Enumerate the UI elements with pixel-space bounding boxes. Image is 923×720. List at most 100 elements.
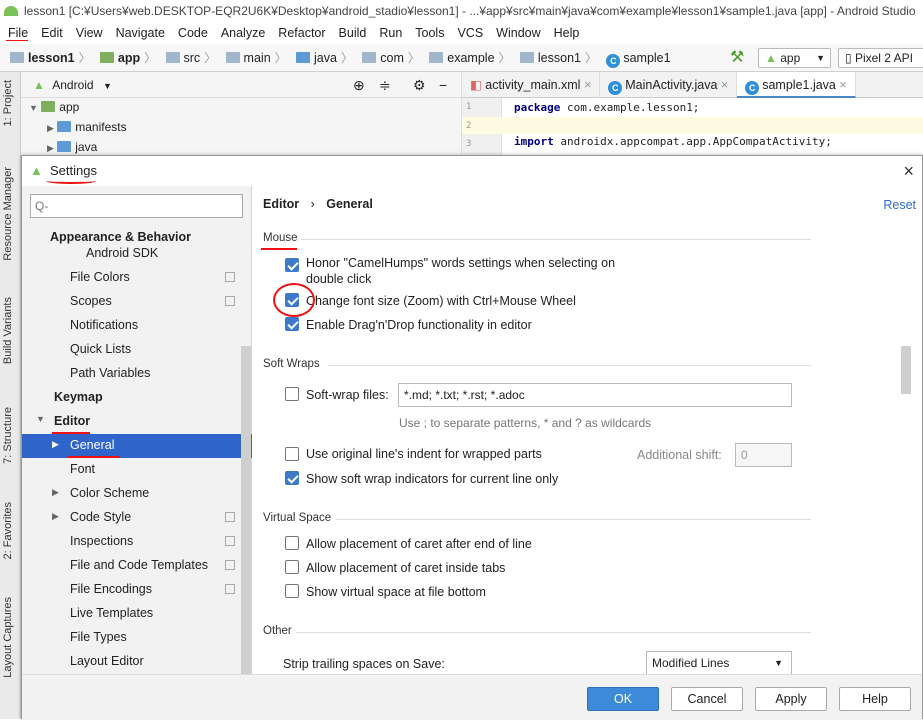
menu-window[interactable]: Window	[496, 22, 540, 44]
menu-build[interactable]: Build	[339, 22, 367, 44]
camelhumps-checkbox[interactable]	[285, 258, 299, 272]
close-icon[interactable]: ×	[839, 78, 846, 92]
menu-code[interactable]: Code	[178, 22, 208, 44]
softwrap-files-input[interactable]: *.md; *.txt; *.rst; *.adoc	[398, 383, 792, 407]
settings-search-input[interactable]: Q-	[30, 194, 243, 218]
tree-quick-lists[interactable]: Quick Lists	[70, 342, 131, 356]
apply-button[interactable]: Apply	[755, 687, 827, 711]
breadcrumb-com[interactable]: com	[362, 44, 404, 72]
breadcrumb-src[interactable]: src	[165, 44, 200, 72]
tree-layout-editor[interactable]: Layout Editor	[70, 654, 144, 668]
reset-link[interactable]: Reset	[883, 198, 916, 212]
tree-file-types[interactable]: File Types	[70, 630, 127, 644]
caret-tabs-checkbox[interactable]	[285, 560, 299, 574]
resource-manager-tool-button[interactable]: Resource Manager	[2, 167, 14, 261]
menu-view[interactable]: View	[76, 22, 103, 44]
tree-item-manifests[interactable]: ▶ manifests	[47, 120, 127, 134]
tree-font[interactable]: Font	[70, 462, 95, 476]
project-view-select[interactable]: Android	[52, 78, 93, 92]
tree-color-scheme[interactable]: Color Scheme	[70, 486, 149, 500]
tree-file-colors[interactable]: File Colors	[70, 270, 130, 284]
tree-live-templates[interactable]: Live Templates	[70, 606, 153, 620]
run-config-select[interactable]: ▲ app ▼	[758, 48, 831, 68]
additional-shift-input[interactable]: 0	[735, 443, 792, 467]
build-variants-tool-button[interactable]: Build Variants	[2, 297, 14, 364]
tree-appearance-behavior[interactable]: Appearance & Behavior	[50, 230, 191, 244]
menu-refactor[interactable]: Refactor	[278, 22, 325, 44]
close-icon[interactable]: ×	[721, 78, 728, 92]
softwrap-checkbox[interactable]	[285, 387, 299, 401]
tree-editor[interactable]: Editor	[54, 414, 90, 428]
project-tool-button[interactable]: 1: Project	[2, 80, 14, 126]
tree-item-app[interactable]: ▼ app	[29, 100, 79, 114]
chevron-down-icon[interactable]: ▼	[103, 81, 112, 91]
tree-inspections[interactable]: Inspections	[70, 534, 133, 548]
menu-edit[interactable]: Edit	[41, 22, 63, 44]
original-indent-checkbox[interactable]	[285, 447, 299, 461]
caret-end-label: Allow placement of caret after end of li…	[306, 537, 532, 551]
tab-main-activity[interactable]: C MainActivity.java ×	[600, 72, 738, 98]
search-icon: Q-	[35, 199, 49, 213]
wrap-indicators-checkbox[interactable]	[285, 471, 299, 485]
ok-button[interactable]: OK	[587, 687, 659, 711]
expand-arrow-icon[interactable]: ▼	[36, 414, 45, 424]
tree-keymap[interactable]: Keymap	[54, 390, 103, 404]
strip-spaces-select[interactable]: Modified Lines ▼	[646, 651, 792, 675]
breadcrumb-example[interactable]: example	[429, 44, 495, 72]
menu-file[interactable]: File	[8, 22, 28, 44]
hammer-icon[interactable]: ⚒	[730, 44, 744, 72]
gear-icon[interactable]: ⚙	[413, 72, 426, 98]
content-scrollbar[interactable]	[901, 346, 911, 394]
file-bottom-checkbox[interactable]	[285, 584, 299, 598]
settings-sidebar: Q- Appearance & Behavior Android SDK Fil…	[22, 186, 252, 676]
collapse-arrow-icon[interactable]: ▶	[52, 511, 59, 522]
help-button[interactable]: Help	[839, 687, 911, 711]
code-line[interactable]: import androidx.appcompat.app.AppCompatA…	[514, 135, 832, 148]
tree-file-code-templates[interactable]: File and Code Templates	[70, 558, 208, 572]
collapse-arrow-icon[interactable]: ▶	[52, 487, 59, 498]
favorites-tool-button[interactable]: 2: Favorites	[2, 502, 14, 559]
tree-path-variables[interactable]: Path Variables	[70, 366, 150, 380]
android-studio-icon	[4, 6, 18, 16]
menu-tools[interactable]: Tools	[415, 22, 444, 44]
structure-tool-button[interactable]: 7: Structure	[2, 407, 14, 464]
android-icon: ▲	[33, 78, 45, 92]
code-line[interactable]: package com.example.lesson1;	[514, 101, 699, 114]
menu-analyze[interactable]: Analyze	[221, 22, 265, 44]
breadcrumb-app[interactable]: app	[99, 44, 140, 72]
menu-run[interactable]: Run	[379, 22, 402, 44]
zoom-checkbox[interactable]	[285, 293, 299, 307]
tree-general-selected[interactable]: ▶ General	[22, 434, 252, 458]
tab-sample1[interactable]: Csample1.java ×	[737, 72, 856, 98]
layout-captures-tool-button[interactable]: Layout Captures	[2, 597, 14, 678]
tree-android-sdk[interactable]: Android SDK	[86, 246, 158, 260]
breadcrumb-sample1[interactable]: Csample1	[606, 44, 671, 72]
tree-scopes[interactable]: Scopes	[70, 294, 112, 308]
device-select[interactable]: ▯ Pixel 2 API	[838, 48, 923, 68]
close-icon[interactable]: ×	[903, 156, 914, 186]
cancel-button[interactable]: Cancel	[671, 687, 743, 711]
menu-vcs[interactable]: VCS	[457, 22, 483, 44]
tree-notifications[interactable]: Notifications	[70, 318, 138, 332]
menu-help[interactable]: Help	[554, 22, 580, 44]
tree-item-java[interactable]: ▶ java	[47, 140, 97, 154]
minimize-icon[interactable]: −	[439, 72, 447, 98]
tree-file-encodings[interactable]: File Encodings	[70, 582, 152, 596]
breadcrumb-lesson1[interactable]: lesson1	[10, 44, 75, 72]
section-virtual-space-title: Virtual Space	[263, 512, 332, 524]
close-icon[interactable]: ×	[584, 78, 591, 92]
menu-navigate[interactable]: Navigate	[116, 22, 165, 44]
tree-code-style[interactable]: Code Style	[70, 510, 131, 524]
xml-file-icon: ◧	[470, 78, 482, 92]
sidebar-scrollbar[interactable]	[241, 346, 251, 676]
caret-end-checkbox[interactable]	[285, 536, 299, 550]
settings-dialog: ▲ Settings × Q- Appearance & Behavior An…	[21, 155, 923, 720]
breadcrumb-lesson1-pkg[interactable]: lesson1	[519, 44, 581, 72]
target-icon[interactable]: ⊕	[353, 72, 365, 98]
breadcrumb-main[interactable]: main	[225, 44, 271, 72]
collapse-icon[interactable]: ≑	[379, 72, 391, 98]
dragdrop-checkbox[interactable]	[285, 317, 299, 331]
code-editor: ◧ activity_main.xml × C MainActivity.java …	[461, 72, 923, 156]
tab-activity-main[interactable]: ◧ activity_main.xml ×	[462, 72, 601, 98]
breadcrumb-java[interactable]: java	[296, 44, 337, 72]
